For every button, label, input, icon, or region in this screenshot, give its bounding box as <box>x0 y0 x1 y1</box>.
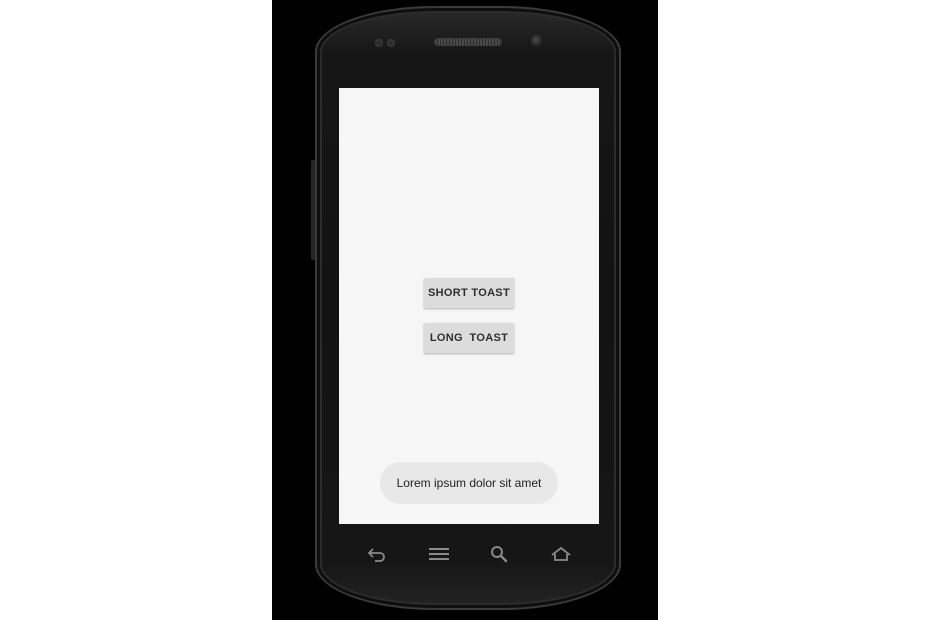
app-screen: SHORT TOAST LONG TOAST Lorem ipsum dolor… <box>339 88 599 524</box>
menu-icon <box>428 547 450 561</box>
home-button[interactable] <box>539 534 583 574</box>
front-camera <box>531 35 543 47</box>
phone-device: SHORT TOAST LONG TOAST Lorem ipsum dolor… <box>315 6 621 610</box>
navigation-bar <box>339 534 599 574</box>
menu-button[interactable] <box>417 534 461 574</box>
back-button[interactable] <box>355 534 399 574</box>
light-sensor <box>387 39 395 47</box>
stage: SHORT TOAST LONG TOAST Lorem ipsum dolor… <box>0 0 930 620</box>
back-icon <box>367 546 387 562</box>
proximity-sensor <box>375 39 383 47</box>
search-button[interactable] <box>477 534 521 574</box>
home-icon <box>550 546 572 562</box>
short-toast-button[interactable]: SHORT TOAST <box>424 278 514 308</box>
toast-message: Lorem ipsum dolor sit amet <box>380 462 558 504</box>
long-toast-button[interactable]: LONG TOAST <box>424 323 514 353</box>
earpiece-speaker <box>435 39 501 45</box>
search-icon <box>490 545 508 563</box>
